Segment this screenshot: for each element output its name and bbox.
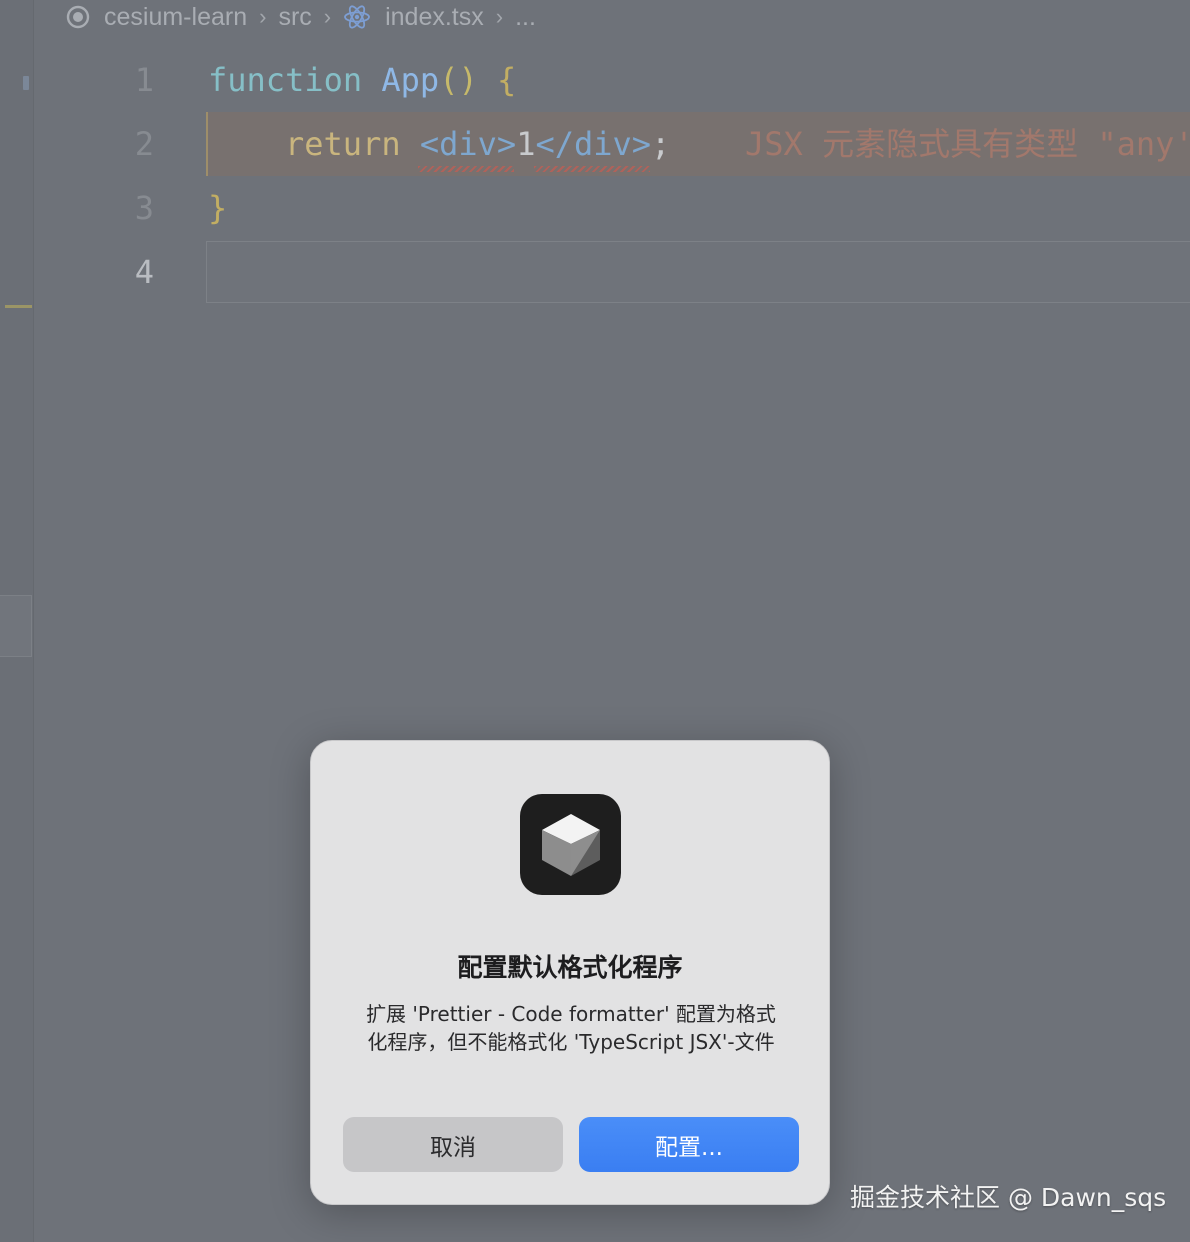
change-marker xyxy=(5,305,32,308)
dialog-message: 扩展 'Prettier - Code formatter' 配置为格式化程序，… xyxy=(366,1002,776,1054)
code-line-4[interactable]: 4 xyxy=(0,240,1190,304)
react-icon xyxy=(344,5,370,29)
line-number: 4 xyxy=(134,253,154,291)
code-line-3[interactable]: 3 } xyxy=(0,176,1190,240)
line-number: 3 xyxy=(134,189,154,227)
breadcrumb-file-label: index.tsx xyxy=(385,2,484,31)
open-brace: { xyxy=(496,61,517,99)
line-number: 2 xyxy=(134,125,154,163)
breadcrumb-separator: › xyxy=(495,4,504,29)
dialog-title: 配置默认格式化程序 xyxy=(457,953,683,982)
breadcrumb: cesium-learn › src › index.tsx › ... xyxy=(66,0,536,34)
minimap-slider[interactable] xyxy=(0,595,32,657)
close-brace: } xyxy=(208,189,228,227)
watermark: 掘金技术社区 @ Dawn_sqs xyxy=(850,1183,1167,1212)
function-name: App xyxy=(381,61,440,99)
app-icon xyxy=(520,794,621,895)
keyword-function: function xyxy=(208,61,363,99)
breadcrumb-folder[interactable]: src xyxy=(278,3,311,32)
configure-formatter-dialog: 配置默认格式化程序 扩展 'Prettier - Code formatter'… xyxy=(310,740,830,1205)
error-squiggle xyxy=(534,166,650,172)
inline-error-message: JSX 元素隐式具有类型 "any' xyxy=(745,125,1190,163)
parens: () xyxy=(439,61,478,99)
jsx-open-tag: <div> xyxy=(419,125,517,163)
keyword-return: return xyxy=(285,125,401,163)
jsx-close-tag: </div> xyxy=(535,125,652,163)
line-number: 1 xyxy=(134,61,154,99)
breadcrumb-file[interactable]: index.tsx xyxy=(343,3,484,32)
error-squiggle xyxy=(418,166,514,172)
jsx-text: 1 xyxy=(516,125,536,163)
breadcrumb-more[interactable]: ... xyxy=(515,3,536,32)
folder-circle-icon xyxy=(66,5,90,29)
breadcrumb-separator: › xyxy=(323,4,332,29)
breadcrumb-separator: › xyxy=(259,4,267,29)
cancel-button[interactable]: 取消 xyxy=(343,1117,563,1172)
breadcrumb-project-label: cesium-learn xyxy=(104,2,248,31)
configure-button[interactable]: 配置... xyxy=(579,1117,799,1172)
cube-icon xyxy=(541,813,600,876)
breadcrumb-project[interactable]: cesium-learn xyxy=(66,3,247,32)
semicolon: ; xyxy=(651,125,671,163)
code-line-1[interactable]: 1 function App() { xyxy=(0,48,1190,112)
